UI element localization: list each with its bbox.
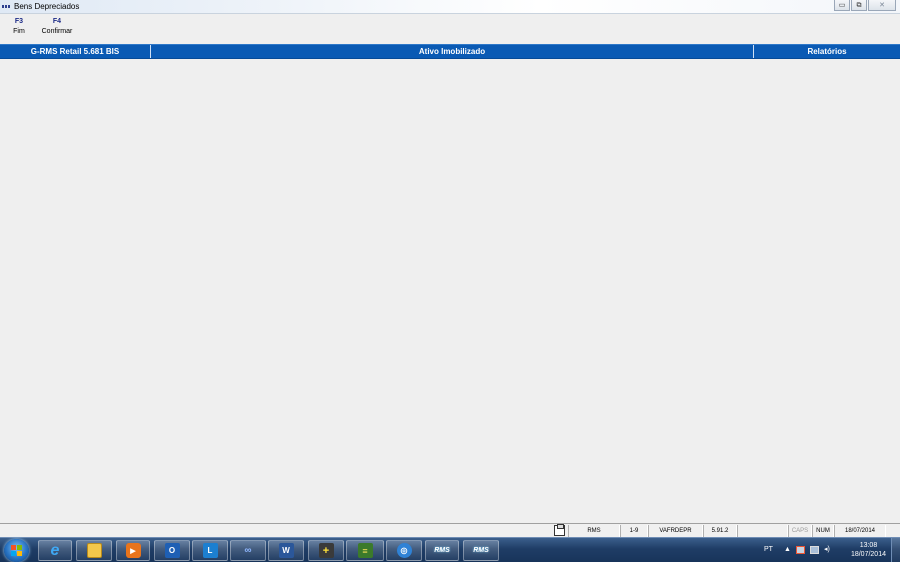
section-name: Relatórios (807, 47, 847, 56)
file-explorer-icon (86, 543, 102, 558)
fkey-label: Fim (13, 28, 25, 35)
remote-link-icon: ∞ (244, 545, 252, 556)
word-icon: W (278, 543, 294, 558)
taskbar-globe[interactable]: ◎ (386, 540, 422, 561)
system-name: G-RMS Retail 5.681 BIS (30, 47, 120, 56)
tray-clock[interactable]: 13:08 18/07/2014 (851, 541, 886, 559)
minimize-button[interactable]: ▭ (834, 0, 850, 11)
taskbar-word[interactable]: W (268, 540, 304, 561)
internet-explorer-icon: e (50, 541, 60, 559)
start-button[interactable] (4, 539, 29, 562)
module-name: Ativo Imobilizado (418, 47, 486, 56)
action-center-icon[interactable] (796, 546, 805, 554)
f4-confirmar-button[interactable]: F4 Confirmar (38, 16, 76, 37)
taskbar-rms-2[interactable]: RMS (463, 540, 499, 561)
app-icon (2, 3, 12, 10)
taskbar-outlook[interactable]: O (154, 540, 190, 561)
status-version: 5.91.2 (703, 525, 737, 537)
status-program: VAFRDEPR (648, 525, 703, 537)
fkey-label: Confirmar (41, 28, 73, 35)
taskbar-ie[interactable]: e (38, 540, 72, 561)
language-indicator[interactable]: PT (764, 546, 773, 553)
windows-logo-icon (11, 545, 22, 556)
show-desktop-button[interactable] (891, 538, 900, 562)
fkey-code: F3 (14, 18, 24, 25)
taskbar-remote[interactable]: ∞ (230, 540, 266, 561)
database-icon: ≡ (357, 543, 373, 558)
status-blank (737, 525, 788, 537)
main-content-area (0, 59, 900, 523)
taskbar: e ▶ O L ∞ W + ≡ ◎ RMS RMS PT ▲ ◂) 13:08 … (0, 537, 900, 562)
show-hidden-icons-icon[interactable]: ▲ (784, 546, 791, 553)
taskbar-media[interactable]: ▶ (116, 540, 150, 561)
title-bar: Bens Depreciados ▭ ⧉ ✕ (0, 0, 900, 14)
restore-button[interactable]: ⧉ (851, 0, 867, 11)
system-tray: PT ▲ ◂) 13:08 18/07/2014 (750, 538, 900, 562)
add-database-icon: + (318, 543, 334, 558)
globe-icon: ◎ (396, 543, 412, 558)
network-icon[interactable] (810, 546, 819, 554)
status-bar: RMS 1-9 VAFRDEPR 5.91.2 CAPS NUM 18/07/2… (0, 523, 900, 537)
tray-time: 13:08 (859, 542, 878, 549)
fkey-code: F4 (52, 18, 62, 25)
media-player-icon: ▶ (125, 543, 141, 558)
volume-icon[interactable]: ◂) (824, 546, 833, 554)
status-range: 1-9 (620, 525, 648, 537)
rms-app-icon: RMS (473, 547, 489, 554)
taskbar-db[interactable]: ≡ (346, 540, 384, 561)
clipboard-icon[interactable] (554, 524, 565, 536)
rms-app-icon: RMS (434, 547, 450, 554)
window-title: Bens Depreciados (14, 2, 80, 11)
module-header: G-RMS Retail 5.681 BIS Ativo Imobilizado… (0, 44, 900, 59)
outlook-icon: O (164, 543, 180, 558)
tray-date: 18/07/2014 (850, 551, 886, 558)
taskbar-add-db[interactable]: + (308, 540, 344, 561)
window-controls: ▭ ⧉ ✕ (834, 0, 896, 11)
close-button[interactable]: ✕ (868, 0, 896, 11)
taskbar-lync[interactable]: L (192, 540, 228, 561)
status-user: RMS (568, 525, 620, 537)
taskbar-explorer[interactable] (76, 540, 112, 561)
f3-fim-button[interactable]: F3 Fim (8, 16, 30, 37)
taskbar-rms-1[interactable]: RMS (425, 540, 459, 561)
lync-icon: L (202, 543, 218, 558)
status-date: 18/07/2014 (834, 525, 886, 537)
status-caps: CAPS (788, 525, 812, 537)
status-num: NUM (812, 525, 834, 537)
